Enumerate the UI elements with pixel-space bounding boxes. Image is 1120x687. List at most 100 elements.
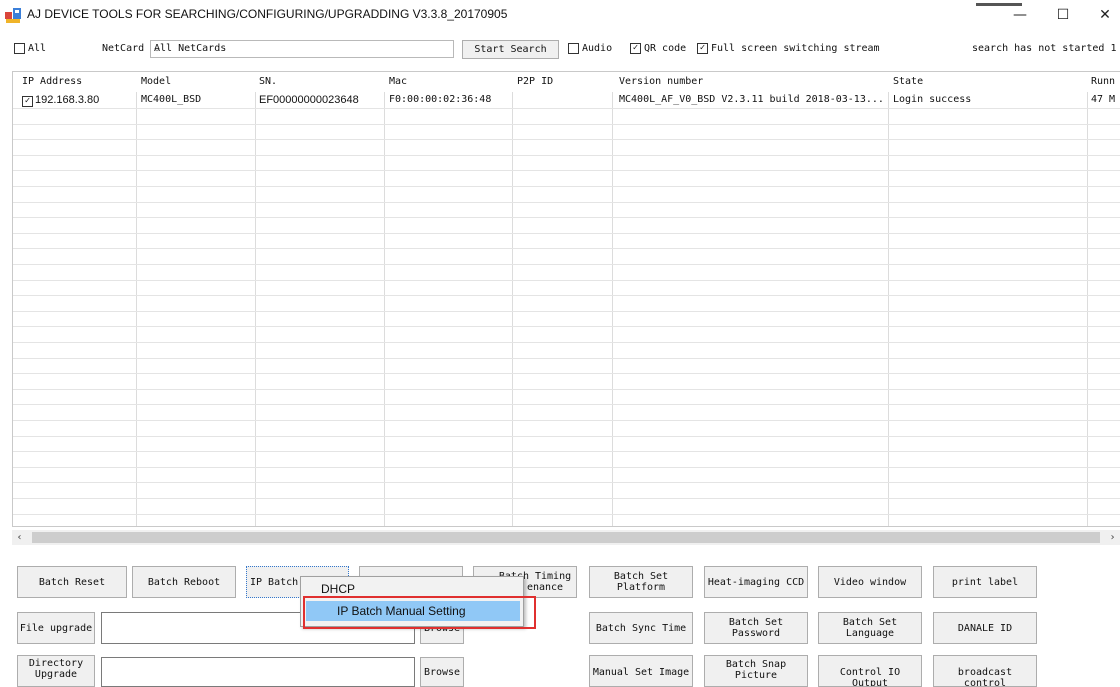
fullscreen-checkbox[interactable]: ✓ xyxy=(697,43,708,54)
batch-set-language-label-1: Batch Set xyxy=(842,617,898,628)
column-header-ip[interactable]: IP Address xyxy=(22,76,82,87)
row-gridline xyxy=(13,186,1120,187)
row-gridline xyxy=(13,201,1120,203)
row-gridline xyxy=(13,279,1120,281)
cell-sn: EF00000000023648 xyxy=(259,94,359,106)
cell-mac: F0:00:00:02:36:48 xyxy=(389,94,492,105)
scrollbar-thumb[interactable] xyxy=(32,532,1100,543)
netcard-label: NetCard xyxy=(102,43,145,54)
row-gridline xyxy=(13,404,1120,406)
horizontal-scrollbar[interactable]: ‹ › xyxy=(12,530,1120,545)
directory-path-input[interactable] xyxy=(101,657,415,687)
row-gridline xyxy=(13,139,1120,141)
batch-snap-picture-button[interactable]: Batch Snap Picture xyxy=(704,655,808,687)
column-header-runtime[interactable]: Runn xyxy=(1091,76,1115,87)
column-divider xyxy=(888,92,889,526)
column-header-version[interactable]: Version number xyxy=(619,76,703,87)
danale-id-button[interactable]: DANALE ID xyxy=(933,612,1037,644)
all-checkbox[interactable] xyxy=(14,43,25,54)
column-divider xyxy=(1087,92,1088,526)
row-gridline xyxy=(13,342,1120,343)
column-divider xyxy=(512,92,513,526)
batch-set-platform-label-1: Batch Set xyxy=(613,571,669,582)
fullscreen-label: Full screen switching stream xyxy=(711,43,880,54)
batch-set-language-label-2: Language xyxy=(845,628,895,639)
control-io-output-button[interactable]: Control IO Output xyxy=(818,655,922,687)
batch-reboot-button[interactable]: Batch Reboot xyxy=(132,566,236,598)
row-gridline xyxy=(13,435,1120,437)
batch-snap-label-2: Picture xyxy=(734,670,778,681)
batch-sync-time-button[interactable]: Batch Sync Time xyxy=(589,612,693,644)
batch-snap-label-1: Batch Snap xyxy=(725,659,787,670)
row-gridline xyxy=(13,170,1120,172)
maximize-icon: ☐ xyxy=(1056,7,1070,23)
search-status: search has not started 1 xyxy=(972,43,1117,54)
chevron-down-icon: ⌵ xyxy=(154,43,161,54)
scroll-right-icon[interactable]: › xyxy=(1105,530,1120,545)
batch-set-password-button[interactable]: Batch Set Password xyxy=(704,612,808,644)
device-table[interactable]: IP Address Model SN. Mac P2P ID Version … xyxy=(12,71,1120,527)
title-scroll-indicator xyxy=(976,3,1022,6)
row-gridline xyxy=(13,357,1120,359)
row-gridline xyxy=(13,513,1120,515)
cell-ip: 192.168.3.80 xyxy=(35,94,100,106)
qr-code-label: QR code xyxy=(644,43,687,54)
maximize-button[interactable]: ☐ xyxy=(1043,0,1083,30)
row-checkbox[interactable]: ✓ xyxy=(22,96,33,107)
netcard-select[interactable]: All NetCards ⌵ xyxy=(150,40,454,58)
window-title: AJ DEVICE TOOLS FOR SEARCHING/CONFIGURIN… xyxy=(27,7,508,21)
title-bar: AJ DEVICE TOOLS FOR SEARCHING/CONFIGURIN… xyxy=(0,0,1120,30)
cell-state: Login success xyxy=(893,94,972,105)
row-gridline xyxy=(13,388,1120,390)
qr-code-checkbox[interactable]: ✓ xyxy=(630,43,641,54)
row-gridline xyxy=(13,482,1120,484)
audio-checkbox[interactable] xyxy=(568,43,579,54)
batch-set-password-label-2: Password xyxy=(731,628,781,639)
annotation-highlight-box xyxy=(303,596,536,629)
close-button[interactable]: ✕ xyxy=(1085,0,1120,30)
batch-set-password-label-1: Batch Set xyxy=(728,617,784,628)
row-gridline xyxy=(13,295,1120,297)
broadcast-control-button[interactable]: broadcast control xyxy=(933,655,1037,687)
heat-imaging-ccd-button[interactable]: Heat-imaging CCD xyxy=(704,566,808,598)
manual-set-image-button[interactable]: Manual Set Image xyxy=(589,655,693,687)
row-gridline xyxy=(13,123,1120,125)
column-header-p2p[interactable]: P2P ID xyxy=(517,76,553,87)
close-icon: ✕ xyxy=(1099,7,1111,23)
row-gridline xyxy=(13,310,1120,312)
column-header-state[interactable]: State xyxy=(893,76,923,87)
row-gridline xyxy=(13,217,1120,219)
column-divider xyxy=(136,92,137,526)
row-gridline xyxy=(13,451,1120,453)
minimize-icon: — xyxy=(1013,7,1027,23)
scroll-left-icon[interactable]: ‹ xyxy=(12,530,27,545)
batch-set-language-button[interactable]: Batch Set Language xyxy=(818,612,922,644)
row-gridline xyxy=(13,373,1120,375)
directory-upgrade-button[interactable]: Directory Upgrade xyxy=(17,655,95,687)
batch-set-platform-button[interactable]: Batch Set Platform xyxy=(589,566,693,598)
print-label-button[interactable]: print label xyxy=(933,566,1037,598)
audio-label: Audio xyxy=(582,43,613,54)
app-icon xyxy=(5,8,21,23)
column-divider xyxy=(384,92,385,526)
column-divider xyxy=(612,92,613,526)
start-search-button[interactable]: Start Search xyxy=(462,40,559,59)
batch-reset-button[interactable]: Batch Reset xyxy=(17,566,127,598)
menu-item-dhcp[interactable]: DHCP xyxy=(321,582,355,596)
file-upgrade-button[interactable]: File upgrade xyxy=(17,612,95,644)
row-gridline xyxy=(13,264,1120,265)
cell-model: MC400L_BSD xyxy=(141,94,202,105)
browse-button-2[interactable]: Browse xyxy=(420,657,464,687)
cell-runtime: 47 M xyxy=(1091,94,1116,105)
column-header-mac[interactable]: Mac xyxy=(389,76,407,87)
row-gridline xyxy=(13,154,1120,156)
row-gridline xyxy=(13,420,1120,421)
video-window-button[interactable]: Video window xyxy=(818,566,922,598)
row-gridline xyxy=(13,232,1120,234)
row-gridline xyxy=(13,248,1120,250)
column-header-sn[interactable]: SN. xyxy=(259,76,277,87)
row-gridline xyxy=(13,498,1120,499)
row-gridline xyxy=(13,466,1120,468)
row-gridline xyxy=(13,108,1120,109)
column-header-model[interactable]: Model xyxy=(141,76,171,87)
